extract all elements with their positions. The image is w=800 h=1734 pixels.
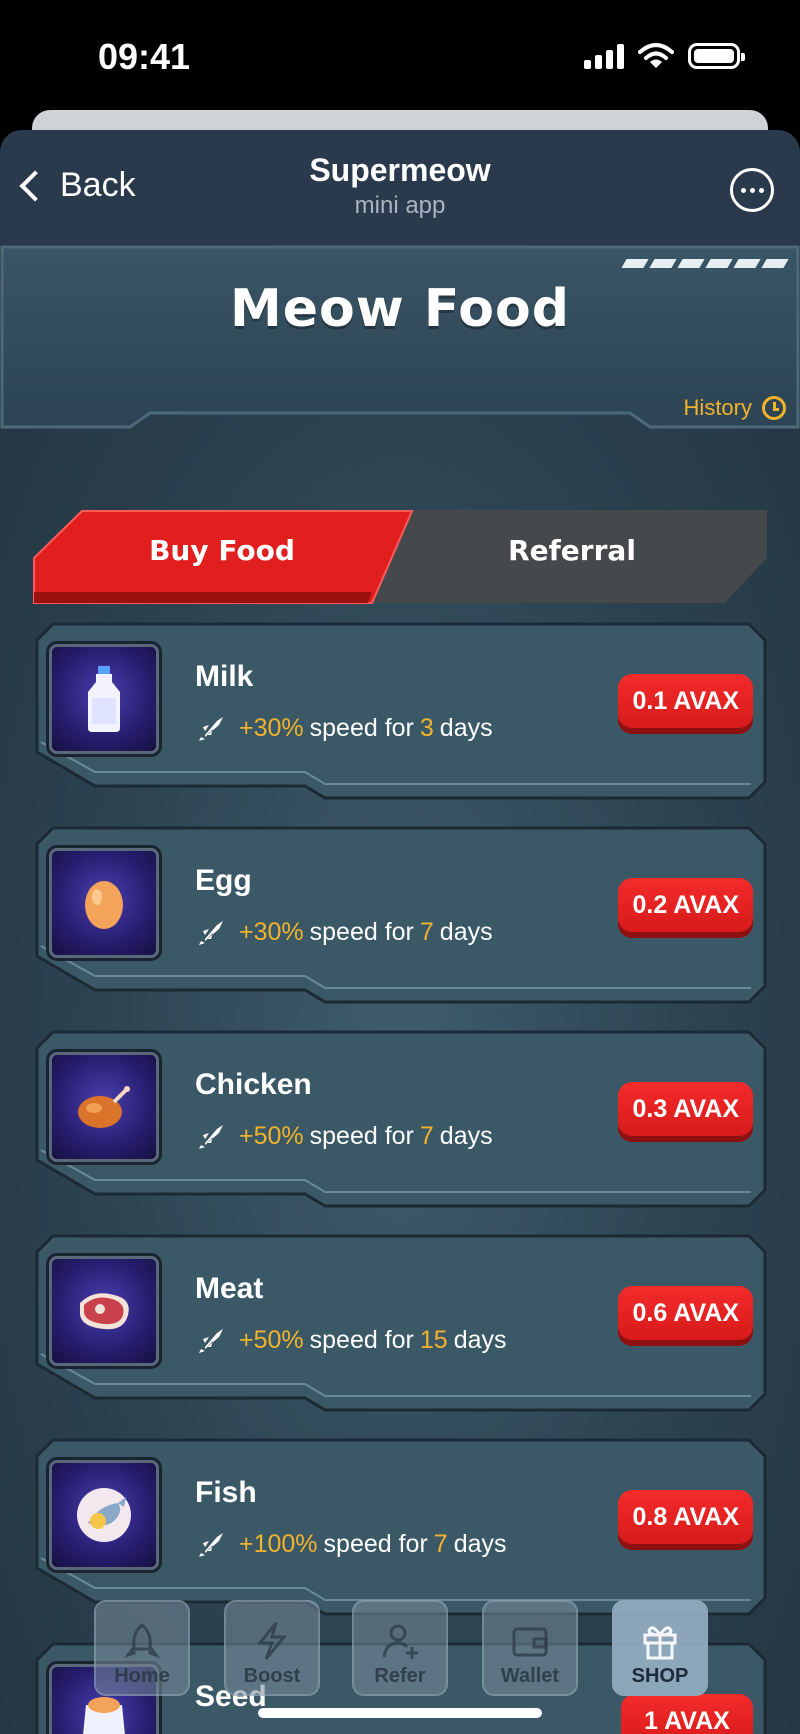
more-dots-icon [740,187,746,193]
battery-icon [688,43,745,69]
milk-bottle-icon [49,644,159,754]
rocket-icon [199,1532,223,1557]
food-item-milk[interactable]: Milk +30% speed for 3 days 0.1 AVAX [35,622,767,800]
item-unit: days [439,1122,493,1150]
add-user-icon [382,1624,418,1659]
rocket-icon [199,920,223,945]
item-duration: 7 [419,1122,434,1150]
status-icons [584,42,745,70]
app-subtitle: mini app [354,192,446,219]
item-name: Meat [195,1272,264,1305]
tab-buy-food-label: Buy Food [149,534,295,567]
price-button[interactable]: 0.3 AVAX [618,1082,753,1136]
item-description: +50% speed for 7 days [195,1122,493,1151]
history-label: History [683,395,752,420]
steak-icon [49,1256,159,1366]
tab-buy-food[interactable]: Buy Food [32,510,392,605]
item-bonus: +30% [239,714,304,742]
page-title: Meow Food [230,279,570,339]
nav-wallet[interactable]: Wallet [482,1600,578,1696]
item-bonus: +100% [239,1530,318,1558]
rocket-icon [199,716,223,741]
item-duration: 3 [419,714,434,742]
nav-refer-label: Refer [374,1665,426,1687]
wallet-icon [512,1627,548,1657]
item-text: speed for [309,1122,414,1150]
nav-wallet-label: Wallet [500,1665,560,1687]
item-description: +100% speed for 7 days [195,1530,507,1559]
item-name: Chicken [195,1068,312,1101]
tab-bar: Buy Food Referral [32,510,768,605]
item-text: speed for [323,1530,428,1558]
home-indicator [258,1708,542,1718]
fish-plate-icon [49,1460,159,1570]
item-name: Egg [195,864,252,897]
app-content: Meow Food History Buy Food Referral Milk [0,245,800,1734]
tab-referral-label: Referral [508,534,636,567]
history-button[interactable]: History [684,395,786,421]
item-unit: days [439,918,493,946]
food-item-chicken[interactable]: Chicken +50% speed for 7 days 0.3 AVAX [35,1030,767,1208]
price-button[interactable]: 0.8 AVAX [618,1490,753,1544]
tab-referral[interactable]: Referral [392,510,768,605]
item-text: speed for [309,918,414,946]
item-text: speed for [309,1326,414,1354]
item-bonus: +50% [239,1122,304,1150]
price-button[interactable]: 0.6 AVAX [618,1286,753,1340]
item-duration: 7 [433,1530,448,1558]
status-time: 09:41 [98,36,191,77]
item-name: Milk [195,660,254,693]
nav-refer[interactable]: Refer [352,1600,448,1696]
food-item-fish[interactable]: Fish +100% speed for 7 days 0.8 AVAX [35,1438,767,1616]
item-duration: 7 [419,918,434,946]
item-description: +30% speed for 7 days [195,918,493,947]
egg-icon [49,848,159,958]
cellular-signal-icon [584,43,624,69]
item-bonus: +50% [239,1326,304,1354]
page-banner: Meow Food History [0,245,800,455]
nav-home-label: Home [114,1665,170,1687]
decorative-stripes [621,259,789,268]
banner-frame [0,245,800,429]
item-description: +50% speed for 15 days [195,1326,507,1355]
price-button[interactable]: 0.1 AVAX [618,674,753,728]
item-duration: 15 [419,1326,448,1354]
rocket-icon [123,1623,161,1658]
mini-app-header: Back Supermeow mini app [0,130,800,245]
item-unit: days [453,1530,507,1558]
food-item-egg[interactable]: Egg +30% speed for 7 days 0.2 AVAX [35,826,767,1004]
rocket-icon [199,1124,223,1149]
food-item-meat[interactable]: Meat +50% speed for 15 days 0.6 AVAX [35,1234,767,1412]
roast-chicken-icon [49,1052,159,1162]
status-bar: 09:41 [0,0,800,110]
gift-icon [643,1626,677,1660]
item-bonus: +30% [239,918,304,946]
nav-home[interactable]: Home [94,1600,190,1696]
price-button[interactable]: 0.2 AVAX [618,878,753,932]
rocket-icon [199,1328,223,1353]
clock-icon [762,396,786,420]
nav-boost[interactable]: Boost [224,1600,320,1696]
item-name: Fish [195,1476,257,1509]
item-unit: days [439,714,493,742]
nav-boost-label: Boost [243,1665,301,1687]
item-unit: days [453,1326,507,1354]
more-options-button[interactable] [730,168,774,212]
item-text: speed for [309,714,414,742]
app-title: Supermeow [309,152,491,188]
item-description: +30% speed for 3 days [195,714,493,743]
nav-shop-label: SHOP [631,1665,689,1687]
nav-shop[interactable]: SHOP [612,1600,708,1696]
lightning-icon [256,1622,288,1660]
wifi-icon [638,43,674,68]
